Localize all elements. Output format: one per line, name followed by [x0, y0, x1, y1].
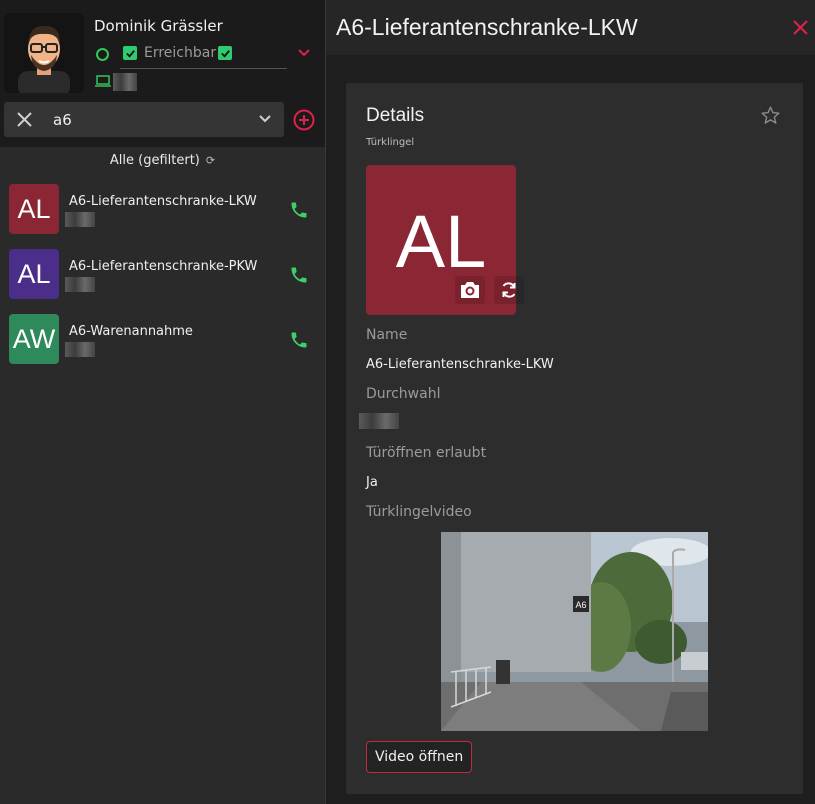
door-open-label: Türöffnen erlaubt — [366, 445, 487, 461]
status-label[interactable]: Erreichbar — [144, 45, 216, 61]
contact-name: A6-Lieferantenschranke-LKW — [69, 194, 257, 209]
detail-title: A6-Lieferantenschranke-LKW — [336, 14, 638, 40]
contact-avatar: AL — [9, 249, 59, 299]
clear-search-icon[interactable] — [16, 111, 33, 128]
contact-list-item[interactable]: AL A6-Lieferantenschranke-LKW — [0, 184, 325, 244]
details-heading: Details — [366, 105, 425, 126]
contact-type-label: Türklingel — [366, 137, 415, 148]
contact-extension-redacted — [65, 212, 95, 227]
user-name: Dominik Grässler — [94, 17, 223, 35]
contact-search-combobox[interactable]: a6 — [4, 102, 284, 137]
contact-avatar: AL — [9, 184, 59, 234]
user-header: Dominik Grässler Erreichbar a6 — [0, 0, 325, 147]
doorbell-video-preview[interactable]: A6 — [441, 532, 708, 731]
chevron-down-icon[interactable] — [258, 114, 272, 124]
extension-value-redacted — [359, 413, 399, 429]
close-icon[interactable] — [793, 20, 808, 35]
name-value: A6-Lieferantenschranke-LKW — [366, 357, 554, 372]
contact-avatar: AW — [9, 314, 59, 364]
call-phone-icon[interactable] — [289, 265, 309, 285]
avatar-initials: AL — [395, 200, 487, 283]
detail-header: A6-Lieferantenschranke-LKW — [326, 0, 815, 55]
user-avatar[interactable] — [4, 13, 84, 93]
rotate-avatar-icon[interactable] — [494, 276, 524, 304]
status-underline — [120, 68, 287, 69]
status-dropdown-chevron-icon[interactable] — [297, 48, 311, 58]
name-label: Name — [366, 327, 408, 343]
status-checkbox-icon[interactable] — [123, 46, 137, 60]
extension-label: Durchwahl — [366, 386, 441, 402]
call-phone-icon[interactable] — [289, 200, 309, 220]
refresh-icon[interactable]: ⟳ — [206, 154, 215, 167]
device-info-redacted — [113, 73, 137, 91]
contacts-panel: Dominik Grässler Erreichbar a6 Alle (gef… — [0, 0, 325, 804]
contact-list-item[interactable]: AW A6-Warenannahme — [0, 314, 325, 374]
contact-extension-redacted — [65, 277, 95, 292]
call-phone-icon[interactable] — [289, 330, 309, 350]
contact-extension-redacted — [65, 342, 95, 357]
contact-name: A6-Lieferantenschranke-PKW — [69, 259, 258, 274]
panel-divider[interactable] — [325, 0, 326, 804]
contact-name: A6-Warenannahme — [69, 324, 193, 339]
favorite-star-icon[interactable] — [760, 105, 781, 126]
camera-icon[interactable] — [455, 276, 485, 304]
open-video-button[interactable]: Video öffnen — [366, 741, 473, 773]
filter-label: Alle (gefiltert) — [109, 153, 200, 168]
presence-indicator-icon — [96, 48, 109, 61]
doorbell-video-label: Türklingelvideo — [366, 504, 472, 520]
details-card: Details Türklingel AL Name A6-Lieferante… — [346, 83, 803, 794]
status-confirm-icon[interactable] — [218, 46, 232, 60]
laptop-icon — [95, 75, 111, 87]
add-contact-button[interactable] — [293, 109, 315, 131]
contact-list-item[interactable]: AL A6-Lieferantenschranke-PKW — [0, 249, 325, 309]
search-input[interactable]: a6 — [53, 111, 72, 129]
filter-header[interactable]: Alle (gefiltert) ⟳ — [0, 153, 325, 168]
contact-large-avatar: AL — [366, 165, 524, 315]
door-open-value: Ja — [366, 475, 378, 490]
building-sign: A6 — [575, 600, 586, 610]
